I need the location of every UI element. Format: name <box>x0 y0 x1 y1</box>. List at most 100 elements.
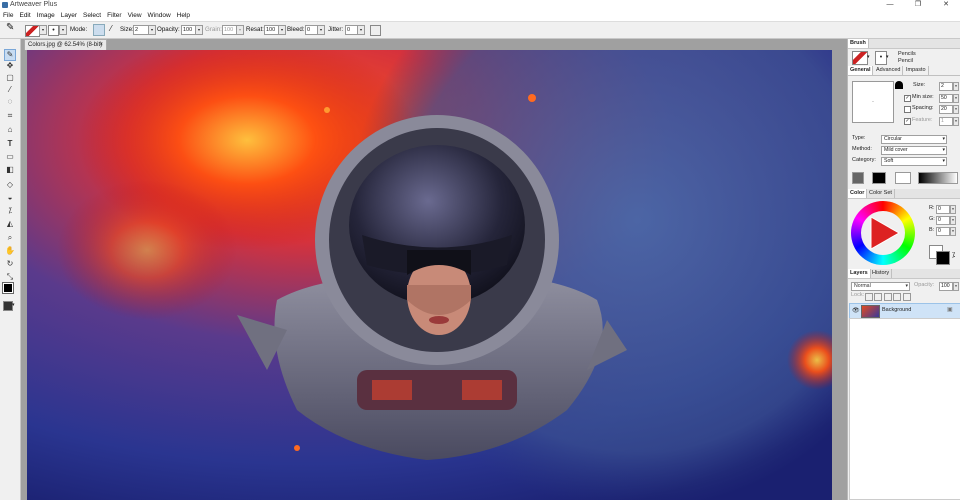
lock-all-icon[interactable] <box>893 293 901 301</box>
brush-preset-dropdown-icon[interactable]: ▾ <box>39 25 47 35</box>
move-tool-icon[interactable]: ✥ <box>5 61 15 71</box>
brush-shape-dropdown-icon[interactable]: ▾ <box>59 25 67 35</box>
min-size-input[interactable]: 50 <box>939 94 953 103</box>
paper-icon[interactable] <box>852 172 864 184</box>
lasso-tool-icon[interactable]: ◌ <box>5 97 15 107</box>
gradient-tool-icon[interactable]: ◧ <box>5 165 15 175</box>
pencil-tool-icon[interactable]: ✎ <box>4 49 16 61</box>
b-input[interactable]: 0 <box>936 227 950 236</box>
grain-input[interactable]: 100 <box>222 25 237 35</box>
feature-dropdown-icon[interactable]: ▾ <box>953 117 959 126</box>
feature-checkbox[interactable]: ✓ <box>904 118 911 125</box>
jitter-dropdown-icon[interactable]: ▾ <box>357 25 365 35</box>
brush-size-input[interactable]: 2 <box>939 82 953 91</box>
tab-color-set[interactable]: Color Set <box>867 189 895 198</box>
size-dropdown-icon[interactable]: ▾ <box>148 25 156 35</box>
brush-preview-dropdown-icon[interactable]: ▾ <box>867 54 870 60</box>
spacing-dropdown-icon[interactable]: ▾ <box>953 105 959 114</box>
layer-opacity-dropdown-icon[interactable]: ▾ <box>953 282 959 291</box>
zoom-tool-icon[interactable]: ⌕ <box>5 233 15 243</box>
opacity-dropdown-icon[interactable]: ▾ <box>195 25 203 35</box>
r-input[interactable]: 0 <box>936 205 950 214</box>
tab-advanced[interactable]: Advanced <box>874 66 904 75</box>
tab-general[interactable]: General <box>848 66 874 75</box>
brush-texture-icon[interactable] <box>895 172 911 184</box>
resat-input[interactable]: 100 <box>264 25 279 35</box>
bleed-dropdown-icon[interactable]: ▾ <box>317 25 325 35</box>
stamp-tool-icon[interactable]: ⌂ <box>5 125 15 135</box>
g-dropdown-icon[interactable]: ▾ <box>950 216 956 225</box>
text-tool-icon[interactable]: T <box>5 139 15 149</box>
stroke-color-swatch[interactable] <box>872 172 886 184</box>
paper-texture-dropdown-icon[interactable]: ▾ <box>12 302 15 308</box>
lock-transparency-icon[interactable] <box>865 293 873 301</box>
rotate-tool-icon[interactable]: ↻ <box>5 259 15 269</box>
menu-file[interactable]: File <box>0 10 16 21</box>
menu-edit[interactable]: Edit <box>16 10 33 21</box>
brush-tip-dropdown-icon[interactable]: ▾ <box>886 54 889 60</box>
tab-color[interactable]: Color <box>848 189 868 198</box>
type-select[interactable]: Circular <box>881 135 947 144</box>
size-input[interactable]: 2 <box>133 25 149 35</box>
method-select[interactable]: Mild cover <box>881 146 947 155</box>
close-button[interactable]: ✕ <box>932 0 960 10</box>
lock-position-icon[interactable] <box>884 293 892 301</box>
spacing-input[interactable]: 20 <box>939 105 953 114</box>
category-select[interactable]: Soft <box>881 157 947 166</box>
brush-shape-round-icon[interactable] <box>895 81 903 89</box>
menu-help[interactable]: Help <box>174 10 193 21</box>
brush-panel-title[interactable]: Brush <box>848 39 869 48</box>
shape-tool-icon[interactable]: ▭ <box>5 152 15 162</box>
gradient-preview[interactable] <box>918 172 958 184</box>
tab-impasto[interactable]: Impasto <box>904 66 929 75</box>
layer-visibility-eye-icon[interactable]: 👁 <box>852 307 860 314</box>
min-size-dropdown-icon[interactable]: ▾ <box>953 94 959 103</box>
smudge-tool-icon[interactable]: ◭ <box>5 219 15 229</box>
mode-normal-icon[interactable] <box>93 24 105 36</box>
pencil-tool-icon[interactable]: ✎ <box>6 23 14 33</box>
blend-mode-select[interactable]: Normal <box>851 282 910 291</box>
layer-row-background[interactable]: 👁 Background ▣ <box>849 303 960 319</box>
eyedropper-tool-icon[interactable]: ⁒ <box>5 206 15 216</box>
min-size-checkbox[interactable]: ✓ <box>904 95 911 102</box>
lock-extra-icon[interactable] <box>903 293 911 301</box>
resat-dropdown-icon[interactable]: ▾ <box>278 25 286 35</box>
document-image[interactable] <box>27 50 832 500</box>
eyedropper-icon[interactable]: ⁒ <box>952 251 955 259</box>
tab-layers[interactable]: Layers <box>848 269 871 278</box>
document-tab[interactable]: Colors.jpg @ 62.54% (8-bit) × <box>24 39 107 50</box>
menu-filter[interactable]: Filter <box>104 10 124 21</box>
rectangle-select-icon[interactable]: ▢ <box>5 73 15 83</box>
layer-opacity-input[interactable]: 100 <box>939 282 953 291</box>
r-dropdown-icon[interactable]: ▾ <box>950 205 956 214</box>
brush-preset-icon[interactable] <box>25 25 40 37</box>
spacing-checkbox[interactable] <box>904 106 911 113</box>
mode-alt-icon[interactable]: ⁄ <box>106 24 116 34</box>
color-triangle[interactable] <box>863 213 903 253</box>
brush-tool-icon[interactable]: ⁄ <box>5 85 15 95</box>
fill-tool-icon[interactable]: ◒ <box>5 193 15 203</box>
menu-window[interactable]: Window <box>145 10 174 21</box>
document-close-icon[interactable]: × <box>99 40 103 50</box>
feature-input[interactable]: 1 <box>939 117 953 126</box>
reset-options-icon[interactable] <box>370 25 381 36</box>
opacity-input[interactable]: 100 <box>181 25 196 35</box>
menu-image[interactable]: Image <box>34 10 58 21</box>
grain-dropdown-icon[interactable]: ▾ <box>236 25 244 35</box>
brush-preview-icon[interactable] <box>852 51 868 65</box>
hand-tool-icon[interactable]: ✋ <box>5 246 15 256</box>
brush-size-dropdown-icon[interactable]: ▾ <box>953 82 959 91</box>
maximize-button[interactable]: ❐ <box>904 0 932 10</box>
lock-pixels-icon[interactable] <box>874 293 882 301</box>
color-wheel[interactable] <box>851 201 915 265</box>
menu-select[interactable]: Select <box>80 10 104 21</box>
b-dropdown-icon[interactable]: ▾ <box>950 227 956 236</box>
crop-tool-icon[interactable]: ⌗ <box>5 111 15 121</box>
minimize-button[interactable]: — <box>876 0 904 10</box>
tab-history[interactable]: History <box>870 269 893 278</box>
menu-layer[interactable]: Layer <box>58 10 80 21</box>
menu-view[interactable]: View <box>125 10 145 21</box>
brush-shape-icon[interactable]: • <box>48 25 59 36</box>
eraser-tool-icon[interactable]: ◇ <box>5 180 15 190</box>
foreground-color-swatch[interactable] <box>2 282 14 294</box>
